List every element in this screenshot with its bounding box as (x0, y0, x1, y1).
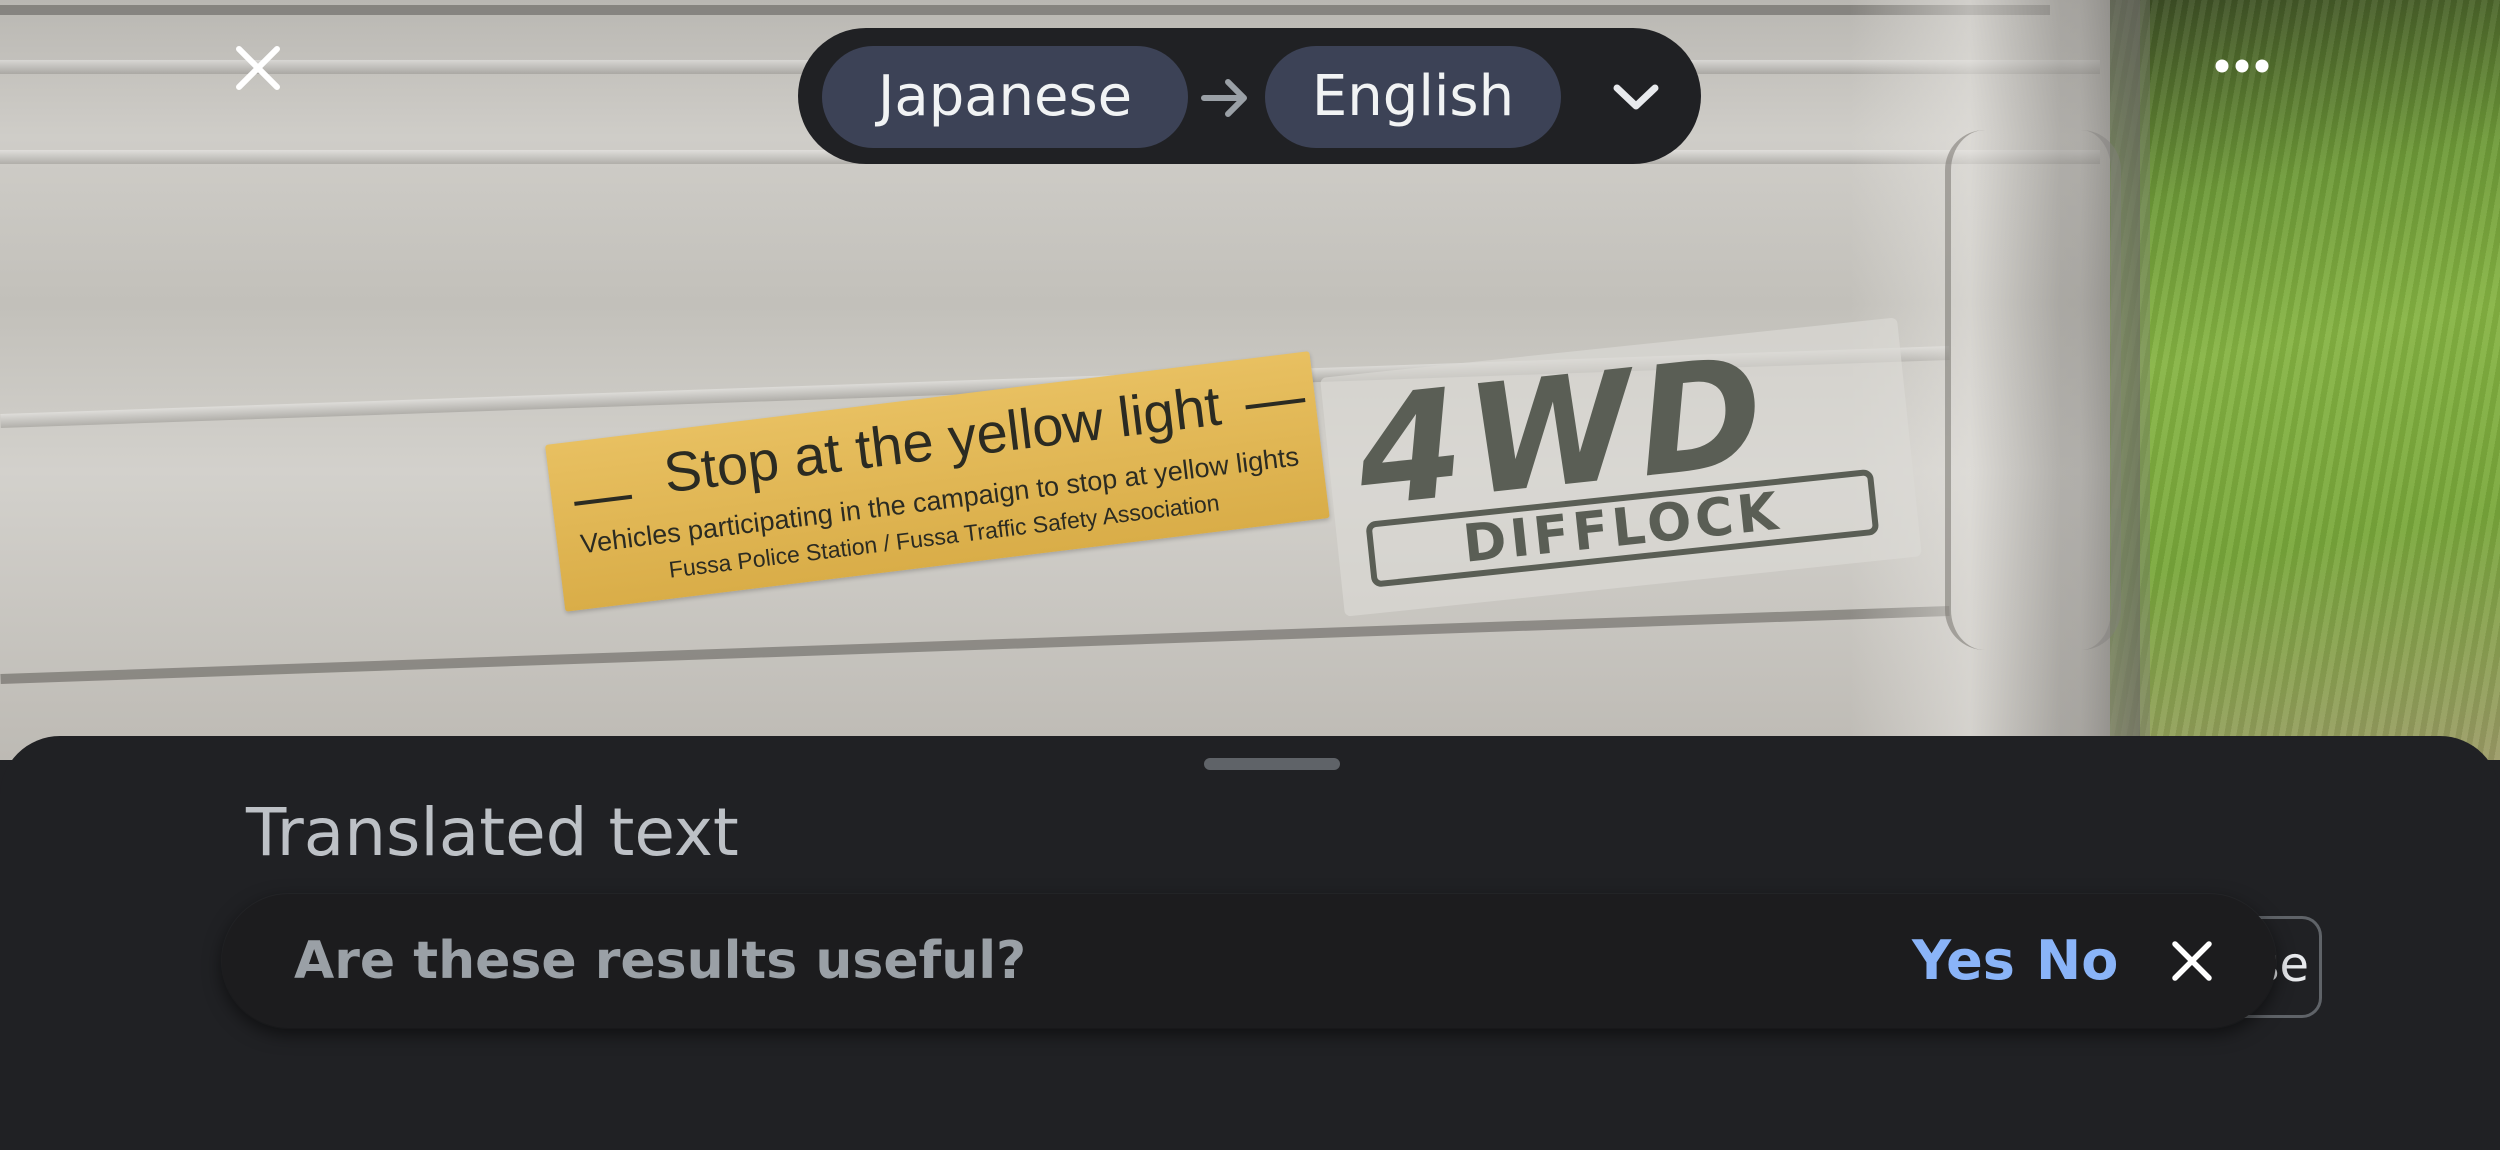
source-language-chip[interactable]: Japanese (822, 46, 1188, 148)
truck-gap (0, 605, 1950, 685)
chevron-down-icon (1613, 84, 1659, 110)
feedback-yes-button[interactable]: Yes (1912, 894, 2015, 1028)
feedback-prompt: Are these results useful? Yes No (222, 894, 2276, 1028)
lens-translate-screen: Stop at the yellow light Vehicles partic… (0, 0, 2500, 1150)
close-button[interactable] (222, 32, 294, 104)
arrow-right-icon (1201, 79, 1247, 117)
more-options-button[interactable] (2206, 30, 2278, 102)
language-selector-bar: Japanese English (798, 28, 1701, 164)
sheet-title: Translated text (246, 794, 739, 871)
truck-gap (0, 5, 2050, 15)
close-icon (2172, 941, 2212, 981)
truck-hinge (1945, 130, 2121, 650)
feedback-no-button[interactable]: No (2036, 894, 2118, 1028)
close-icon (236, 46, 280, 90)
grass-texture (2110, 0, 2500, 760)
language-dropdown-button[interactable] (1596, 64, 1676, 130)
4wd-difflock-decal: 4WD DIFFLOCK (1320, 317, 1922, 617)
feedback-dismiss-button[interactable] (2158, 927, 2226, 995)
drag-handle[interactable] (1204, 758, 1340, 770)
feedback-question: Are these results useful? (294, 931, 1027, 991)
target-language-chip[interactable]: English (1265, 46, 1561, 148)
more-horiz-icon (2215, 59, 2269, 73)
